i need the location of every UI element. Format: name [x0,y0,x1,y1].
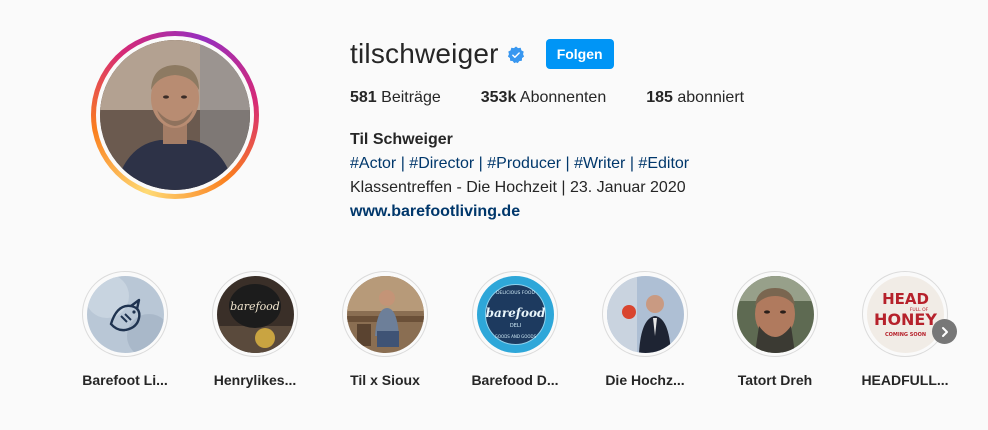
bio-hashtags[interactable]: #Actor | #Director | #Producer | #Writer… [350,152,689,176]
barefood-sign-image: barefood [216,275,294,353]
bio-text: Klassentreffen - Die Hochzeit | 23. Janu… [350,179,686,196]
highlight-cover: DELICIOUS FOOD barefood DELI GOODS AND G… [476,275,554,353]
barefood-deli-top-text: DELICIOUS FOOD [496,290,535,296]
website-link[interactable]: www.barefootliving.de [350,203,520,220]
highlight-label: Henrylikes... [213,372,297,388]
chevron-right-icon[interactable] [932,319,957,344]
profile-bio: Til Schweiger #Actor | #Director | #Prod… [350,128,689,224]
followers-stat[interactable]: 353k Abonnenten [481,89,606,107]
verified-badge-icon [507,46,525,64]
followers-label: Abonnenten [519,89,607,106]
highlight-item[interactable]: Barefoot Li... [60,271,190,388]
story-highlights: Barefoot Li... barefood Henrylikes... Ti… [60,271,970,388]
highlight-item[interactable]: barefood Henrylikes... [190,271,320,388]
highlight-label: Die Hochz... [605,372,685,388]
sitting-man-image [346,275,424,353]
profile-avatar[interactable] [91,31,259,199]
barefood-deli-bottom-text: GOODS AND GOODS [494,334,536,339]
highlight-label: Til x Sioux [350,372,420,388]
poster-line-3: HONEY [874,310,937,329]
following-label: abonniert [677,89,745,106]
highlight-cover: barefood [216,275,294,353]
highlight-label: Tatort Dreh [737,372,813,388]
posts-stat: 581 Beiträge [350,89,441,107]
username: tilschweiger [350,38,499,69]
avatar-portrait-image [100,40,250,190]
username-row: tilschweiger Folgen [350,38,614,70]
highlight-item[interactable]: Til x Sioux [320,271,450,388]
following-stat[interactable]: 185 abonniert [646,89,744,107]
profile-stats: 581 Beiträge 353k Abonnenten 185 abonnie… [350,89,784,107]
highlight-cover [736,275,814,353]
posts-count: 581 [350,89,377,106]
bird-logo-icon [86,275,164,353]
tatort-selfie-image [736,275,814,353]
head-full-of-honey-poster: HEAD FULL OF HONEY COMING SOON [866,275,944,353]
follow-button[interactable]: Folgen [545,39,614,69]
barefood-sign-text: barefood [230,300,280,313]
suited-man-image [606,275,684,353]
profile-page: tilschweiger Folgen 581 Beiträge 353k Ab… [0,0,988,430]
highlight-cover [86,275,164,353]
followers-count: 353k [480,89,517,106]
avatar-photo [100,40,250,190]
barefood-deli-logo: DELICIOUS FOOD barefood DELI GOODS AND G… [476,275,554,353]
highlight-item[interactable]: Tatort Dreh [710,271,840,388]
poster-line-1: HEAD [882,290,929,308]
highlight-cover [346,275,424,353]
highlight-item[interactable]: Die Hochz... [580,271,710,388]
highlight-label: Barefoot Li... [82,372,168,388]
barefood-deli-subtext: DELI [509,323,520,329]
highlight-cover: HEAD FULL OF HONEY COMING SOON [866,275,944,353]
following-count: 185 [646,89,673,106]
highlight-cover [606,275,684,353]
posts-label: Beiträge [381,89,441,106]
barefood-deli-word: barefood [485,306,545,320]
highlight-label: Barefood D... [471,372,559,388]
poster-line-4: COMING SOON [884,332,925,338]
highlight-label: HEADFULL... [861,372,949,388]
full-name: Til Schweiger [350,131,453,148]
highlight-item[interactable]: DELICIOUS FOOD barefood DELI GOODS AND G… [450,271,580,388]
